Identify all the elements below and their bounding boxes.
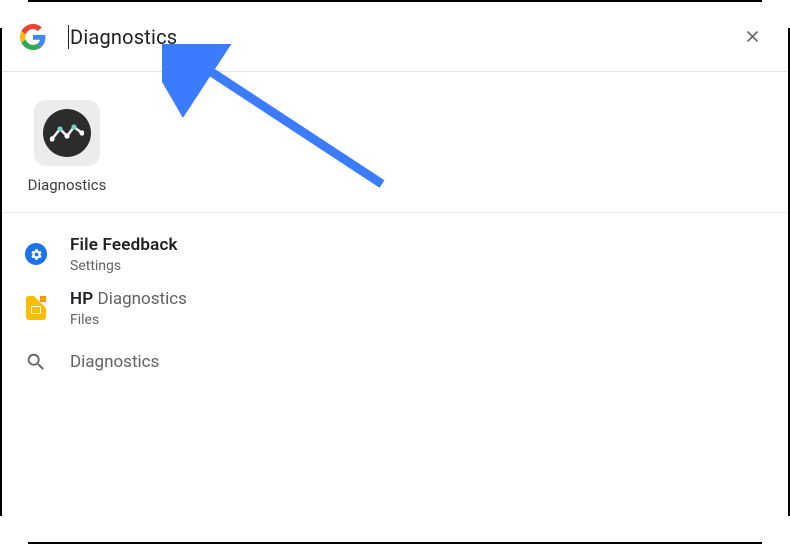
text-caret: [68, 25, 69, 49]
result-search-suggestion[interactable]: Diagnostics: [2, 335, 788, 389]
search-input[interactable]: Diagnostics: [68, 22, 738, 52]
result-title: HP: [70, 289, 93, 309]
search-icon: [24, 350, 48, 374]
settings-gear-icon: [24, 242, 48, 266]
result-subtitle: Settings: [70, 257, 178, 275]
result-hp-diagnostics[interactable]: HP Diagnostics Files: [2, 281, 788, 335]
suggestion-text: Diagnostics: [70, 351, 159, 373]
search-query-text: Diagnostics: [70, 25, 177, 49]
slides-file-icon: [24, 296, 48, 320]
result-file-feedback[interactable]: File Feedback Settings: [2, 227, 788, 281]
app-tile-diagnostics[interactable]: Diagnostics: [24, 100, 110, 194]
diagnostics-app-icon: [34, 100, 100, 166]
close-icon: [743, 27, 762, 46]
clear-search-button[interactable]: [738, 23, 766, 51]
result-title: File Feedback: [70, 235, 178, 255]
app-tile-label: Diagnostics: [28, 176, 107, 194]
result-subtitle: Files: [70, 311, 187, 329]
search-results-list: File Feedback Settings HP Diagnostics Fi…: [2, 213, 788, 389]
search-bar: Diagnostics: [2, 2, 788, 72]
chart-line-icon: [50, 123, 84, 143]
google-logo-icon: [20, 24, 46, 50]
app-results-row: Diagnostics: [2, 72, 788, 213]
